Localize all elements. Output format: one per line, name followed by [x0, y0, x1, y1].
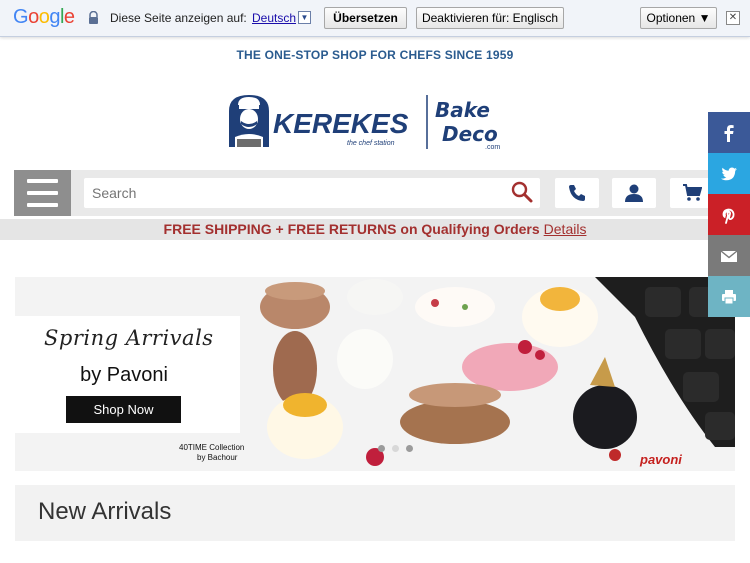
carousel-dot[interactable] — [392, 445, 399, 452]
language-dropdown-icon[interactable]: ▼ — [298, 11, 311, 24]
translate-button[interactable]: Übersetzen — [324, 7, 407, 29]
partner-domain: .com — [485, 144, 500, 151]
hero-collection-label: 40TIME Collection by Bachour — [179, 443, 244, 463]
phone-button[interactable] — [555, 178, 599, 208]
deactivate-button[interactable]: Deaktivieren für: Englisch — [416, 7, 564, 29]
user-icon — [625, 184, 643, 202]
partner-line-2: Deco — [442, 122, 498, 146]
shop-now-button[interactable]: Shop Now — [66, 396, 181, 423]
collection-line-1: 40TIME Collection — [179, 443, 245, 452]
search-box — [84, 178, 540, 208]
cart-icon — [683, 184, 702, 201]
phone-icon — [569, 185, 585, 201]
shipping-banner: FREE SHIPPING + FREE RETURNS on Qualifyi… — [0, 219, 750, 240]
carousel-dots — [378, 445, 420, 453]
print-icon — [722, 290, 736, 305]
search-icon[interactable] — [510, 180, 534, 204]
pinterest-share-button[interactable] — [708, 194, 750, 235]
pinterest-icon — [722, 208, 735, 224]
facebook-icon — [724, 125, 734, 142]
chef-emblem — [229, 95, 269, 147]
logo-letter: g — [49, 6, 60, 28]
carousel-dot[interactable] — [378, 445, 385, 452]
cart-button[interactable] — [670, 178, 710, 208]
google-logo: Google — [13, 6, 75, 29]
email-share-button[interactable] — [708, 235, 750, 276]
brand-subline: the chef station — [347, 140, 395, 147]
language-link[interactable]: Deutsch — [252, 11, 296, 25]
facebook-share-button[interactable] — [708, 112, 750, 153]
collection-line-2: by Bachour — [197, 453, 238, 462]
shipping-text: FREE SHIPPING + FREE RETURNS on Qualifyi… — [163, 221, 540, 237]
logo-letter: o — [28, 6, 39, 28]
logo-letter: e — [63, 6, 75, 28]
twitter-icon — [721, 167, 737, 181]
carousel-dot[interactable] — [406, 445, 413, 452]
new-arrivals-heading: New Arrivals — [38, 498, 172, 525]
hero-subtitle: by Pavoni — [80, 364, 168, 386]
options-button[interactable]: Optionen ▼ — [640, 7, 717, 29]
menu-icon[interactable] — [14, 170, 71, 216]
tagline: THE ONE-STOP SHOP FOR CHEFS SINCE 1959 — [236, 48, 514, 62]
translate-prompt: Diese Seite anzeigen auf: — [110, 11, 247, 25]
page: Google Diese Seite anzeigen auf: Deutsch… — [0, 0, 750, 563]
twitter-share-button[interactable] — [708, 153, 750, 194]
logo-letter: G — [13, 6, 29, 28]
close-icon[interactable]: ✕ — [726, 11, 740, 25]
logo-letter: o — [38, 6, 50, 28]
pavoni-logo: pavoni — [640, 452, 682, 467]
print-share-button[interactable] — [708, 276, 750, 317]
hero-script-title: Spring Arrivals — [44, 326, 214, 350]
search-input[interactable] — [92, 185, 492, 201]
site-logo[interactable]: KEREKES the chef station Bake Deco .com — [227, 91, 527, 153]
translate-bar: Google Diese Seite anzeigen auf: Deutsch… — [0, 0, 750, 37]
brand-wordmark: KEREKES — [273, 108, 409, 139]
partner-line-1: Bake — [435, 98, 490, 122]
account-button[interactable] — [612, 178, 656, 208]
new-arrivals-section: New Arrivals — [15, 485, 735, 541]
shipping-details-link[interactable]: Details — [544, 221, 587, 237]
shield-icon — [89, 11, 98, 24]
email-icon — [720, 250, 738, 262]
